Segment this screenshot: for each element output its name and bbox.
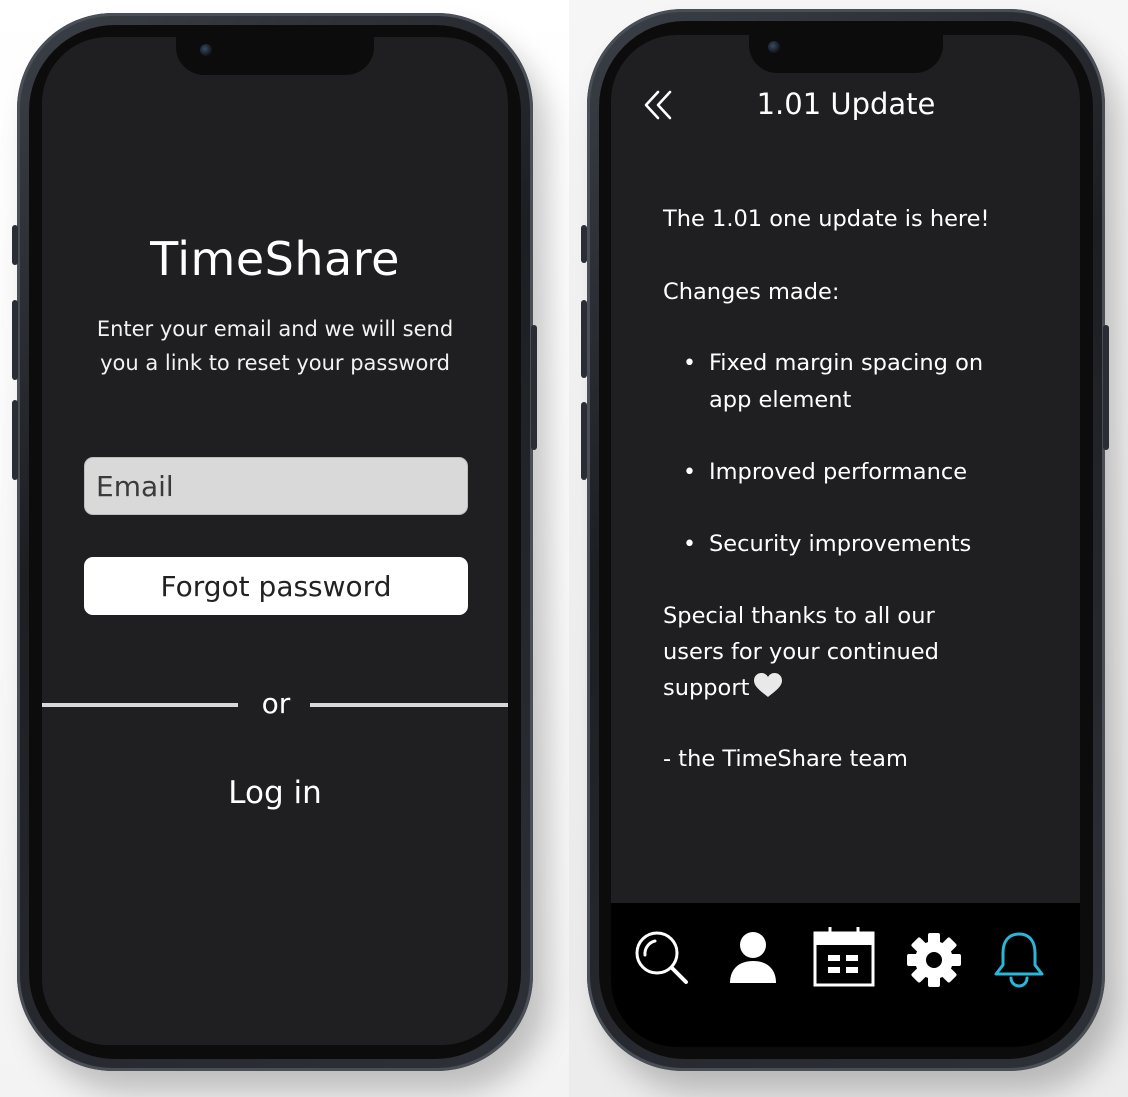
thanks-line: users for your continued: [663, 639, 939, 665]
calendar-icon: [813, 927, 875, 987]
side-button: [1103, 325, 1109, 450]
side-button: [581, 402, 587, 480]
reset-instructions: Enter your email and we will send you a …: [96, 317, 454, 375]
nav-search[interactable]: [633, 929, 691, 991]
divider-line-left: [42, 703, 238, 707]
nav-profile[interactable]: [725, 929, 781, 991]
front-camera: [768, 41, 780, 53]
email-input[interactable]: [85, 458, 467, 514]
profile-icon: [730, 932, 776, 983]
login-screen: TimeShare Enter your email and we will s…: [42, 37, 508, 1045]
signoff: - the TimeShare team: [663, 746, 908, 772]
heart-icon: [753, 672, 783, 710]
nav-settings[interactable]: [905, 931, 963, 993]
settings-icon: [907, 933, 961, 987]
update-screen: 1.01 Update The 1.01 one update is here!…: [611, 35, 1080, 1047]
change-item: Improved performance: [709, 459, 968, 485]
change-item-line: app element: [709, 387, 852, 413]
forgot-password-button[interactable]: Forgot password: [84, 557, 468, 615]
side-button: [12, 300, 18, 380]
app-title: TimeShare: [150, 232, 400, 286]
notch: [749, 35, 943, 73]
front-camera: [200, 44, 212, 56]
login-link[interactable]: Log in: [42, 775, 508, 811]
bullet-marker: •: [683, 351, 696, 376]
search-icon: [635, 931, 688, 984]
or-divider-label: or: [261, 687, 291, 720]
bullet-marker: •: [683, 460, 696, 485]
email-field[interactable]: [84, 457, 468, 515]
thanks-line-last: support: [663, 670, 783, 710]
nav-notifications[interactable]: [991, 929, 1047, 993]
page-title: 1.01 Update: [756, 87, 936, 121]
bullet-marker: •: [683, 532, 696, 557]
side-button: [581, 225, 587, 263]
back-button[interactable]: [640, 85, 680, 125]
bottom-nav-bar: [611, 903, 1080, 1047]
side-button: [12, 400, 18, 480]
change-item: Security improvements: [709, 531, 972, 557]
side-button: [12, 225, 18, 265]
divider-line-right: [310, 703, 508, 707]
notifications-icon: [994, 932, 1044, 988]
double-chevron-left-icon: [644, 90, 672, 120]
thanks-line-text: support: [663, 675, 750, 701]
side-button: [581, 300, 587, 378]
change-item-line: Fixed margin spacing on: [709, 350, 984, 376]
update-intro: The 1.01 one update is here!: [663, 206, 990, 232]
notch: [176, 37, 374, 75]
side-button: [531, 325, 537, 450]
changes-heading: Changes made:: [663, 279, 840, 305]
thanks-line: Special thanks to all our: [663, 603, 935, 629]
change-item: Fixed margin spacing on app element: [709, 345, 983, 419]
nav-calendar[interactable]: [812, 925, 876, 993]
